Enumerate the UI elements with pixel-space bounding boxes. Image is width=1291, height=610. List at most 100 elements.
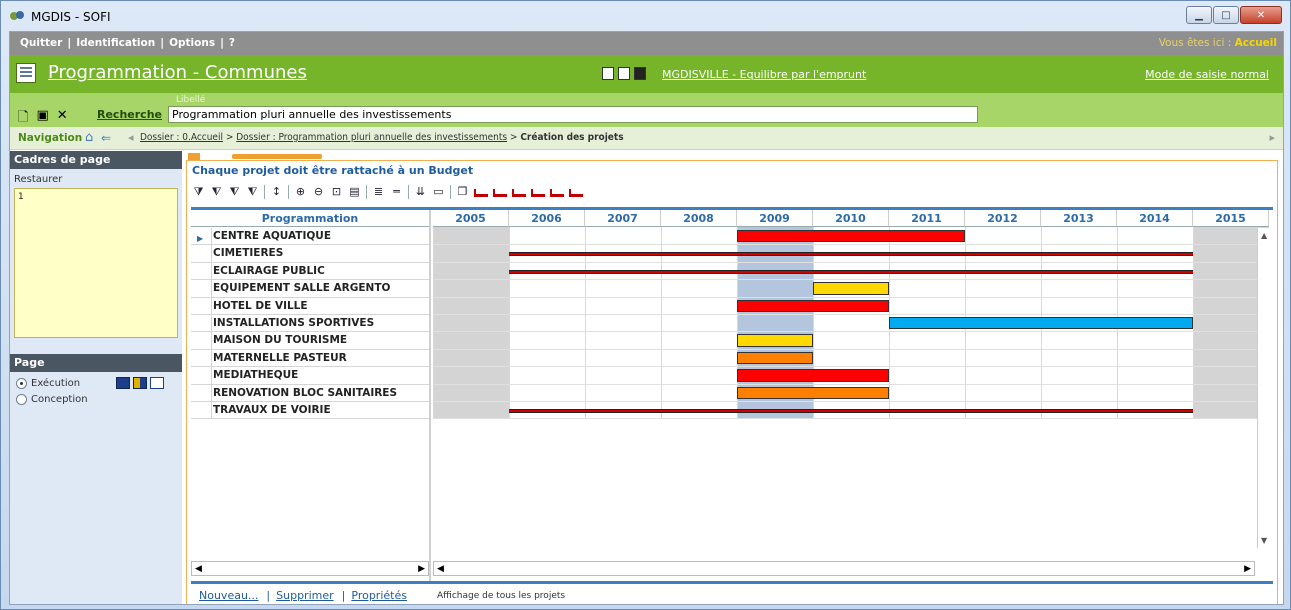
delete-project-link[interactable]: Supprimer	[276, 589, 334, 602]
bar-left-icon[interactable]	[474, 188, 488, 197]
gantt-bar[interactable]	[509, 252, 1193, 257]
gantt-bar[interactable]	[737, 334, 813, 347]
row-gridline	[433, 383, 1273, 385]
minimize-button[interactable]: ▁	[1186, 6, 1212, 24]
zoom-out-icon[interactable]: ⊖	[312, 186, 325, 198]
project-row[interactable]: HOTEL DE VILLE	[191, 297, 429, 315]
chart-horizontal-scrollbar[interactable]: ◀ ▶	[433, 561, 1255, 576]
vertical-scrollbar[interactable]: ▲ ▼	[1257, 228, 1273, 548]
gantt-bar[interactable]	[737, 369, 889, 382]
copy-icon[interactable]: ❐	[456, 186, 469, 198]
column-header-programmation[interactable]: Programmation	[191, 210, 429, 227]
filter-icon[interactable]: ⧨	[210, 186, 223, 198]
menu-help[interactable]: ?	[229, 37, 235, 49]
project-row[interactable]: MATERNELLE PASTEUR	[191, 349, 429, 368]
sort-az-icon[interactable]: ↕	[270, 186, 283, 198]
breadcrumb-accueil[interactable]: Dossier : 0.Accueil	[140, 132, 223, 143]
row-gridline	[433, 244, 1273, 246]
input-mode-link[interactable]: Mode de saisie normal	[1145, 68, 1269, 81]
bar-right-icon[interactable]	[493, 188, 507, 197]
navigation-label: Navigation	[18, 132, 83, 144]
zoom-in-icon[interactable]: ⊕	[294, 186, 307, 198]
gantt-bar[interactable]	[509, 409, 1193, 413]
scroll-left-icon[interactable]: ◂	[128, 131, 134, 144]
search-label[interactable]: Recherche	[97, 108, 162, 121]
project-row[interactable]: TRAVAUX DE VOIRIE	[191, 402, 429, 420]
bar-shift-left-icon[interactable]	[550, 188, 564, 197]
frames-list[interactable]: 1	[14, 188, 178, 338]
sidebar: Cadres de page Restaurer 1 Page Exécutio…	[10, 151, 182, 604]
filter-clear-icon[interactable]: ⧩	[192, 186, 205, 198]
menu-quitter[interactable]: Quitter	[20, 37, 62, 49]
properties-link[interactable]: Propriétés	[351, 589, 407, 602]
left-horizontal-scrollbar[interactable]: ◀ ▶	[191, 561, 429, 576]
project-row[interactable]: EQUIPEMENT SALLE ARGENTO	[191, 280, 429, 298]
project-row[interactable]: ECLAIRAGE PUBLIC	[191, 262, 429, 281]
radio-dot[interactable]	[16, 394, 27, 405]
book-icon[interactable]	[116, 377, 131, 389]
bar-shift-right-icon[interactable]	[569, 188, 583, 197]
new-project-link[interactable]: Nouveau...	[199, 589, 258, 602]
restore-link[interactable]: Restaurer	[10, 169, 182, 188]
new-document-icon[interactable]	[602, 67, 614, 80]
project-list: Programmation ▶ CENTRE AQUATIQUE CIMETIERE…	[191, 210, 431, 582]
year-header: 2005	[433, 210, 509, 227]
row-gridline	[433, 331, 1273, 333]
project-name: CENTRE AQUATIQUE	[213, 230, 332, 242]
back-arrow-icon[interactable]: ⇐	[101, 131, 111, 145]
gantt-bar[interactable]	[509, 269, 1193, 274]
filter-2-icon[interactable]: ⧨	[228, 186, 241, 198]
breadcrumb-programmation[interactable]: Dossier : Programmation pluri annuelle d…	[236, 132, 507, 143]
search-input[interactable]	[168, 106, 978, 123]
chart-icon[interactable]	[133, 377, 148, 389]
lines-icon[interactable]: ═	[390, 186, 403, 198]
mode-conception-radio[interactable]: Conception	[10, 389, 182, 405]
window-title: MGDIS - SOFI	[31, 10, 111, 24]
gantt-bar[interactable]	[737, 230, 965, 243]
scroll-right-icon[interactable]: ▸	[1269, 131, 1275, 144]
project-row[interactable]: MEDIATHEQUE	[191, 367, 429, 385]
app-icon	[10, 11, 24, 20]
bar-extend-left-icon[interactable]	[512, 188, 526, 197]
title-bar[interactable]: MGDIS - SOFI ▁ □ ✕	[1, 1, 1290, 31]
project-row[interactable]: RENOVATION BLOC SANITAIRES	[191, 384, 429, 402]
page-title[interactable]: Programmation - Communes	[48, 62, 307, 83]
scale-icon[interactable]: ▤	[348, 186, 361, 198]
year-header: 2011	[889, 210, 965, 227]
bar-extend-right-icon[interactable]	[531, 188, 545, 197]
mode-execution-radio[interactable]: Exécution	[10, 372, 182, 389]
layout-icon[interactable]: ▭	[432, 186, 445, 198]
project-row[interactable]: INSTALLATIONS SPORTIVES	[191, 315, 429, 333]
project-row[interactable]: CIMETIERES	[191, 245, 429, 263]
gantt-icon[interactable]: ≣	[372, 186, 385, 198]
gantt-bar[interactable]	[737, 299, 889, 312]
save-icon[interactable]	[634, 67, 646, 80]
gantt-bar[interactable]	[737, 386, 889, 399]
project-row[interactable]: ▶ CENTRE AQUATIQUE	[191, 228, 429, 246]
close-button[interactable]: ✕	[1240, 6, 1282, 24]
budget-context-link[interactable]: MGDISVILLE - Equilibre par l'emprunt	[662, 68, 866, 81]
project-row[interactable]: MAISON DU TOURISME	[191, 332, 429, 350]
radio-dot[interactable]	[16, 377, 27, 389]
maximize-button[interactable]: □	[1213, 6, 1239, 24]
panel-handle[interactable]	[232, 154, 322, 159]
gantt-bar[interactable]	[737, 351, 813, 365]
year-header: 2008	[661, 210, 737, 227]
home-icon[interactable]: ⌂	[85, 130, 93, 145]
fit-icon[interactable]: ⊡	[330, 186, 343, 198]
gantt-bar[interactable]	[813, 282, 889, 295]
module-icon	[16, 63, 36, 83]
row-gridline	[433, 348, 1273, 350]
menu-identification[interactable]: Identification	[76, 37, 155, 49]
filter-3-icon[interactable]: ⧨	[246, 186, 259, 198]
year-header: 2013	[1041, 210, 1117, 227]
application-window: MGDIS - SOFI ▁ □ ✕ Quitter | Identificati…	[0, 0, 1291, 610]
breadcrumb-current: Création des projets	[520, 132, 624, 143]
frame-item[interactable]: 1	[18, 192, 24, 202]
menu-options[interactable]: Options	[169, 37, 215, 49]
location-home-link[interactable]: Accueil	[1235, 37, 1277, 49]
gantt-bar[interactable]	[889, 317, 1193, 330]
form-icon[interactable]	[150, 377, 165, 389]
sort-icon[interactable]	[618, 67, 630, 80]
columns-icon[interactable]: ⇊	[414, 186, 427, 198]
